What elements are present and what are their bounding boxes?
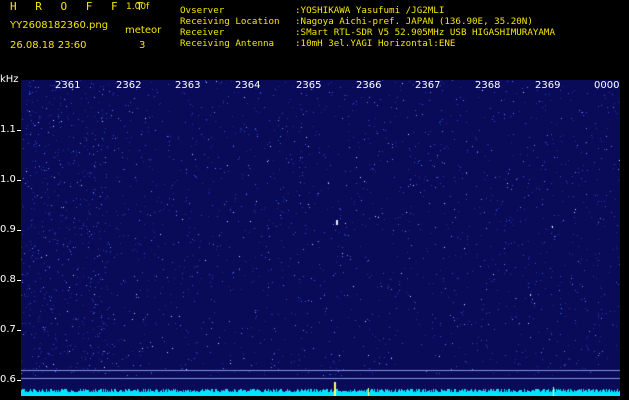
y-tick-label: 0.9 xyxy=(0,224,16,235)
y-tick-mark xyxy=(17,380,21,381)
x-tick-label: 2366 xyxy=(356,80,382,91)
y-tick-mark xyxy=(17,230,21,231)
detection-type: meteor xyxy=(125,25,162,36)
detection-count: 3 xyxy=(139,40,146,51)
info-row-receiver: Receiver :SMart RTL-SDR V5 52.905MHz USB … xyxy=(180,27,555,38)
info-row-antenna: Receiving Antenna :10mH 3el.YAGI Horizont… xyxy=(180,38,555,49)
app-version: 1.00f xyxy=(126,2,150,12)
x-tick-label: 2361 xyxy=(55,80,81,91)
timestamp: 26.08.18 23:60 xyxy=(10,40,87,51)
y-tick-label: 1.0 xyxy=(0,174,16,185)
y-tick-label: 0.7 xyxy=(0,324,16,335)
y-tick-mark xyxy=(17,180,21,181)
info-label: Receiving Location xyxy=(180,16,280,27)
x-tick-label: 2368 xyxy=(475,80,501,91)
station-info: Ovserver :YOSHIKAWA Yasufumi /JG2MLI Rece… xyxy=(180,5,555,49)
y-tick-label: 0.8 xyxy=(0,274,16,285)
x-tick-label: 2363 xyxy=(175,80,201,91)
spectrogram xyxy=(21,80,620,396)
x-tick-label: 2367 xyxy=(415,80,441,91)
spectrogram-canvas xyxy=(21,80,620,396)
info-label: Ovserver xyxy=(180,5,225,16)
info-label: Receiver xyxy=(180,27,225,38)
info-row-observer: Ovserver :YOSHIKAWA Yasufumi /JG2MLI xyxy=(180,5,555,16)
x-tick-label: 2362 xyxy=(116,80,142,91)
x-tick-label: 0000 xyxy=(594,80,620,91)
info-value: :10mH 3el.YAGI Horizontal:ENE xyxy=(295,38,456,49)
x-tick-label: 2369 xyxy=(535,80,561,91)
info-row-location: Receiving Location :Nagoya Aichi-pref. JA… xyxy=(180,16,555,27)
y-tick-mark xyxy=(17,330,21,331)
x-tick-label: 2364 xyxy=(235,80,261,91)
header-panel: H R O F F T 1.00f YY2608182360.png meteo… xyxy=(0,0,629,72)
y-axis-unit: kHz xyxy=(0,74,19,85)
y-tick-label: 0.6 xyxy=(0,374,16,385)
y-tick-mark xyxy=(17,130,21,131)
info-value: :SMart RTL-SDR V5 52.905MHz USB HIGASHIM… xyxy=(295,27,555,38)
info-value: :YOSHIKAWA Yasufumi /JG2MLI xyxy=(295,5,445,16)
y-tick-label: 1.1 xyxy=(0,124,16,135)
y-tick-mark xyxy=(17,280,21,281)
info-value: :Nagoya Aichi-pref. JAPAN (136.90E, 35.2… xyxy=(295,16,533,27)
info-label: Receiving Antenna xyxy=(180,38,275,49)
image-filename: YY2608182360.png xyxy=(10,20,109,31)
x-tick-label: 2365 xyxy=(296,80,322,91)
